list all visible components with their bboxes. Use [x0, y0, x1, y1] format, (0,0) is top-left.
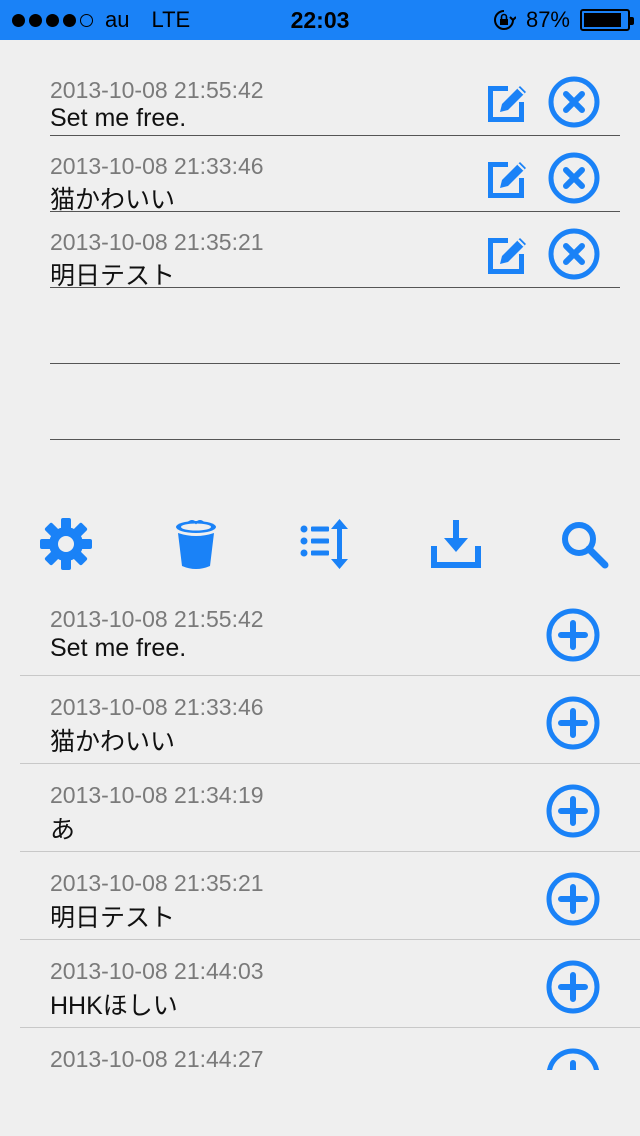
battery-percent: 87% [525, 7, 570, 32]
add-button[interactable] [546, 1048, 600, 1070]
gear-icon [40, 518, 92, 570]
edit-icon [488, 238, 526, 274]
remove-button[interactable] [548, 228, 600, 280]
plus-circle-icon [546, 784, 600, 838]
add-button[interactable] [546, 784, 600, 838]
entry-timestamp: 2013-10-08 21:33:46 [50, 694, 264, 720]
close-circle-icon [548, 228, 600, 280]
favorite-row[interactable]: 2013-10-08 21:55:42 Set me free. [50, 60, 620, 136]
close-circle-icon [548, 76, 600, 128]
favorite-row[interactable]: 2013-10-08 21:35:21 明日テスト [50, 212, 620, 290]
favorite-row[interactable] [50, 364, 620, 440]
history-row[interactable]: 2013-10-08 21:44:03 HHKほしい [0, 940, 640, 1028]
plus-circle-icon [546, 872, 600, 926]
entry-timestamp: 2013-10-08 21:44:27 [50, 1046, 264, 1070]
entry-text: Set me free. [50, 104, 187, 132]
plus-circle-icon [546, 608, 600, 662]
status-right: 87% [492, 0, 634, 40]
trash-button[interactable] [166, 514, 226, 574]
entry-timestamp: 2013-10-08 21:35:21 [50, 229, 264, 255]
edit-icon [488, 162, 526, 198]
plus-circle-icon [546, 696, 600, 750]
plus-circle-icon [546, 1048, 600, 1070]
entry-timestamp: 2013-10-08 21:55:42 [50, 77, 264, 103]
entry-timestamp: 2013-10-08 21:35:21 [50, 870, 264, 896]
entry-timestamp: 2013-10-08 21:34:19 [50, 782, 264, 808]
entry-text: 猫かわいい [50, 186, 176, 214]
toolbar [0, 514, 640, 574]
sort-button[interactable] [296, 514, 356, 574]
history-row[interactable]: 2013-10-08 21:55:42 Set me free. [0, 588, 640, 676]
search-icon [562, 522, 609, 569]
rotation-lock-icon [493, 10, 516, 30]
remove-button[interactable] [548, 76, 600, 128]
add-button[interactable] [546, 872, 600, 926]
download-button[interactable] [426, 514, 486, 574]
edit-button[interactable] [484, 78, 532, 126]
entry-text: Set me free. [50, 634, 187, 662]
add-button[interactable] [546, 608, 600, 662]
settings-button[interactable] [36, 514, 96, 574]
battery-icon [580, 9, 634, 31]
entry-timestamp: 2013-10-08 21:44:03 [50, 958, 264, 984]
edit-icon [488, 86, 526, 122]
remove-button[interactable] [548, 152, 600, 204]
entry-timestamp: 2013-10-08 21:55:42 [50, 606, 264, 632]
add-button[interactable] [546, 960, 600, 1014]
history-row[interactable]: 2013-10-08 21:34:19 あ [0, 764, 640, 852]
entry-text: HHKほしい [50, 992, 178, 1020]
status-bar: au LTE 22:03 87% [0, 0, 640, 40]
history-row[interactable]: 2013-10-08 21:35:21 明日テスト [0, 852, 640, 940]
favorites-list: 2013-10-08 21:55:42 Set me free. 2013-10-0… [50, 60, 620, 440]
sort-list-icon [300, 519, 348, 569]
entry-text: 明日テスト [50, 904, 176, 932]
history-row[interactable]: 2013-10-08 21:44:27 [0, 1028, 640, 1070]
download-icon [431, 520, 481, 568]
history-list: 2013-10-08 21:55:42 Set me free. 2013-10-0… [0, 588, 640, 1070]
close-circle-icon [548, 152, 600, 204]
search-button[interactable] [554, 514, 614, 574]
favorite-row[interactable]: 2013-10-08 21:33:46 猫かわいい [50, 136, 620, 214]
entry-timestamp: 2013-10-08 21:33:46 [50, 153, 264, 179]
trash-icon [176, 520, 216, 569]
entry-text: 明日テスト [50, 262, 176, 290]
add-button[interactable] [546, 696, 600, 750]
edit-button[interactable] [484, 154, 532, 202]
favorite-row[interactable] [50, 288, 620, 364]
edit-button[interactable] [484, 230, 532, 278]
plus-circle-icon [546, 960, 600, 1014]
history-row[interactable]: 2013-10-08 21:33:46 猫かわいい [0, 676, 640, 764]
entry-text: 猫かわいい [50, 728, 176, 756]
entry-text: あ [50, 816, 76, 844]
